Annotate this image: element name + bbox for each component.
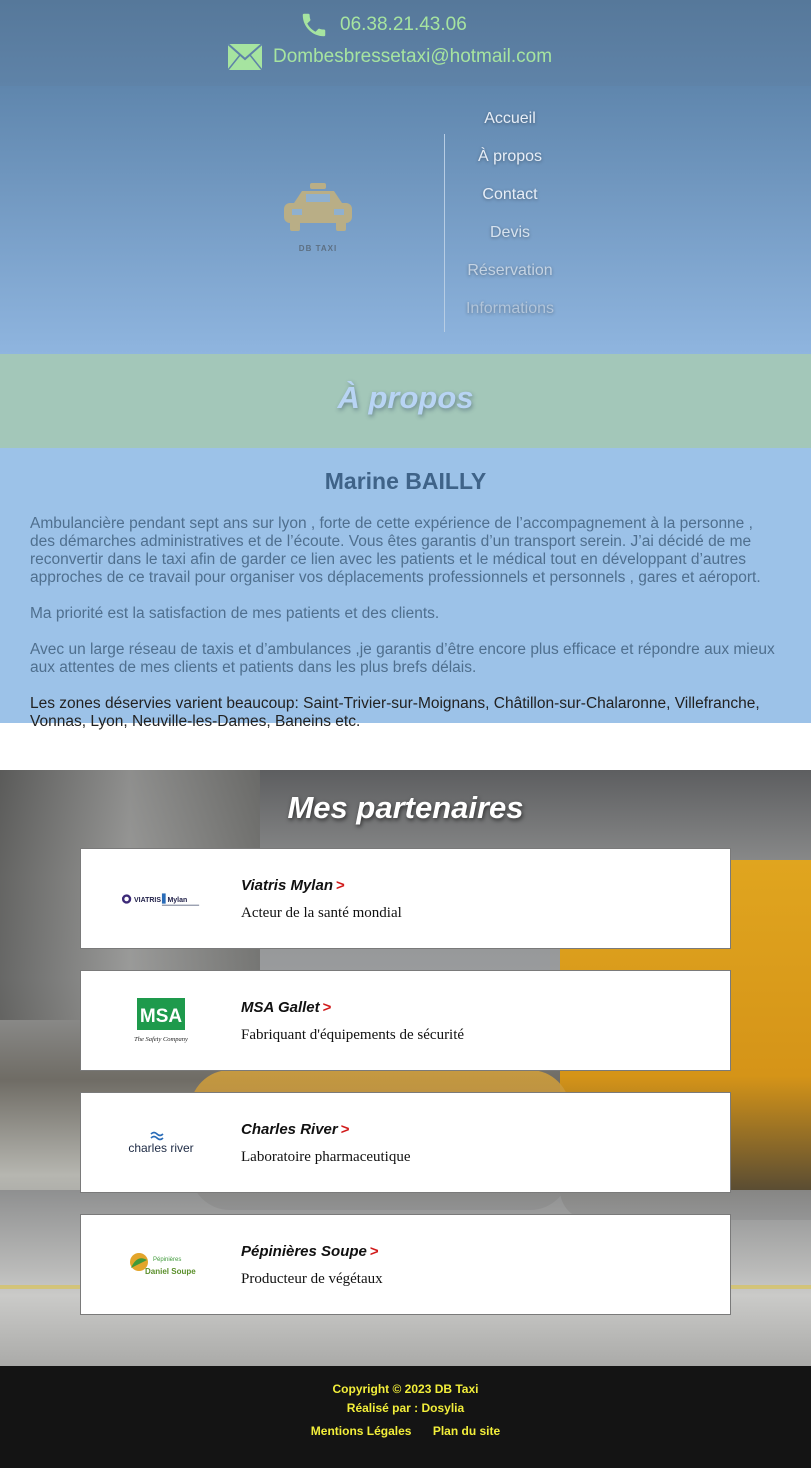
- footer-credit[interactable]: Réalisé par : Dosylia: [0, 1401, 811, 1415]
- phone-link[interactable]: 06.38.21.43.06: [298, 10, 467, 40]
- partner-name[interactable]: Pépinières Soupe >: [241, 1243, 379, 1260]
- about-paragraph: Avec un large réseau de taxis et d’ambul…: [30, 641, 775, 676]
- partner-description: Producteur de végétaux: [241, 1271, 383, 1287]
- partner-logo-viatris: VIATRIS Mylan: [121, 871, 201, 927]
- email-address[interactable]: Dombesbressetaxi@hotmail.com: [273, 46, 552, 68]
- mylan-logo-text: Mylan: [168, 897, 188, 904]
- partners-section: Mes partenaires VIATRIS Mylan Viatris My…: [0, 770, 811, 1366]
- about-paragraph-zones: Les zones déservies varient beaucoup: Sa…: [30, 695, 760, 730]
- nav-item-contact[interactable]: Contact: [445, 184, 575, 222]
- partner-card-viatris[interactable]: VIATRIS Mylan Viatris Mylan > Acteur de l…: [80, 848, 731, 949]
- partner-name[interactable]: Viatris Mylan >: [241, 877, 345, 894]
- footer-links: Mentions Légales Plan du site: [0, 1424, 811, 1438]
- envelope-icon: [227, 43, 263, 71]
- partners-title: Mes partenaires: [287, 790, 524, 825]
- nav-item-devis[interactable]: Devis: [445, 222, 575, 260]
- logo-text: DB TAXI: [298, 244, 338, 253]
- partner-card-pepinieres-soupe[interactable]: Pépinières Daniel Soupe Pépinières Soupe…: [80, 1214, 731, 1315]
- main-nav: Accueil À propos Contact Devis Réservati…: [445, 108, 575, 336]
- about-paragraph: Ma priorité est la satisfaction de mes p…: [30, 605, 440, 622]
- partner-logo-msa: MSA The Safety Company: [121, 993, 201, 1049]
- partner-name[interactable]: Charles River >: [241, 1121, 349, 1138]
- partner-card-charles-river[interactable]: charles river Charles River > Laboratoire…: [80, 1092, 731, 1193]
- footer-link-plan-du-site[interactable]: Plan du site: [433, 1424, 500, 1438]
- partner-card-msa[interactable]: MSA The Safety Company MSA Gallet > Fabri…: [80, 970, 731, 1071]
- nav-item-reservation[interactable]: Réservation: [445, 260, 575, 298]
- pepinieres-logo-text: Pépinières: [153, 1257, 181, 1263]
- footer-link-mentions-legales[interactable]: Mentions Légales: [311, 1424, 412, 1438]
- site-header: DB TAXI Accueil À propos Contact Devis R…: [0, 86, 811, 354]
- partner-logo-charles-river: charles river: [121, 1115, 201, 1171]
- footer-copyright: Copyright © 2023 DB Taxi: [332, 1382, 479, 1396]
- chevron-right-icon[interactable]: >: [370, 1243, 379, 1260]
- chevron-right-icon[interactable]: >: [341, 1121, 350, 1138]
- pepinieres-logo-name: Daniel Soupe: [145, 1267, 196, 1276]
- about-name: Marine BAILLY: [324, 468, 487, 494]
- nav-item-informations[interactable]: Informations: [445, 298, 575, 336]
- msa-logo-text: MSA: [140, 1006, 183, 1027]
- charles-river-logo-text: charles river: [128, 1141, 193, 1155]
- about-text: Ambulancière pendant sept ans sur lyon ,…: [30, 515, 782, 749]
- partner-name[interactable]: MSA Gallet >: [241, 999, 331, 1016]
- email-link[interactable]: Dombesbressetaxi@hotmail.com: [227, 43, 552, 71]
- taxi-icon: [284, 183, 352, 231]
- partner-description: Laboratoire pharmaceutique: [241, 1149, 411, 1165]
- site-logo[interactable]: DB TAXI: [278, 181, 358, 253]
- contact-bar: 06.38.21.43.06 Dombesbressetaxi@hotmail.…: [0, 0, 811, 86]
- site-footer: Copyright © 2023 DB Taxi Réalisé par : D…: [0, 1366, 811, 1468]
- phone-icon: [302, 13, 326, 37]
- nav-item-accueil[interactable]: Accueil: [445, 108, 575, 146]
- chevron-right-icon[interactable]: >: [323, 999, 332, 1016]
- partner-logo-pepinieres: Pépinières Daniel Soupe: [121, 1237, 201, 1293]
- viatris-logo-text: VIATRIS: [134, 897, 161, 904]
- page-title: À propos: [337, 380, 474, 415]
- chevron-right-icon[interactable]: >: [336, 877, 345, 894]
- nav-item-a-propos[interactable]: À propos: [445, 146, 575, 184]
- phone-number[interactable]: 06.38.21.43.06: [340, 14, 467, 36]
- about-paragraph: Ambulancière pendant sept ans sur lyon ,…: [30, 515, 761, 586]
- partner-description: Fabriquant d'équipements de sécurité: [241, 1027, 465, 1043]
- partner-description: Acteur de la santé mondial: [241, 905, 402, 921]
- msa-tagline: The Safety Company: [134, 1036, 188, 1043]
